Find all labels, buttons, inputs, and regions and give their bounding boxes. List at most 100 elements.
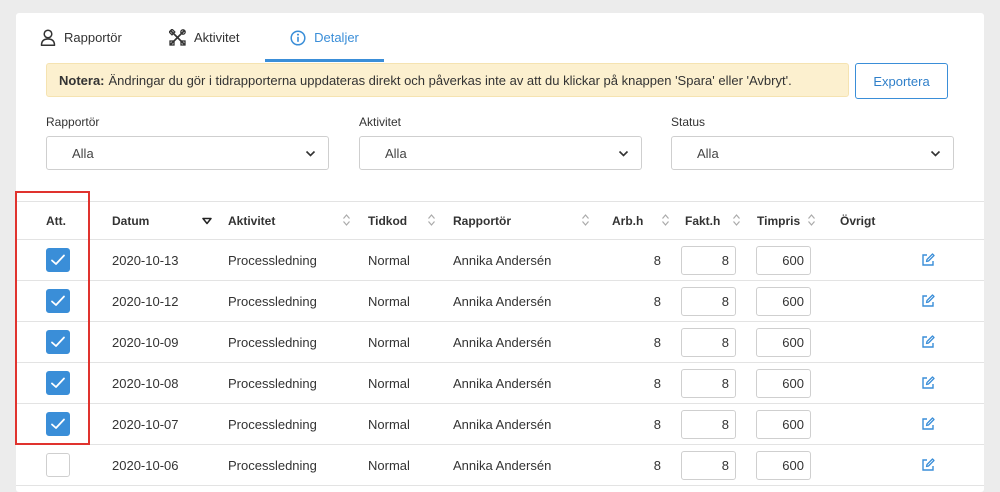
cell-tidkod: Normal xyxy=(368,293,410,309)
cell-rapportor: Annika Andersén xyxy=(453,334,552,350)
filter-label: Aktivitet xyxy=(359,115,402,129)
cell-aktivitet: Processledning xyxy=(228,334,317,350)
cell-tidkod: Normal xyxy=(368,457,410,473)
checkmark-icon xyxy=(51,295,65,306)
edit-icon[interactable] xyxy=(921,294,935,308)
cell-tidkod: Normal xyxy=(368,252,410,268)
cell-aktivitet: Processledning xyxy=(228,293,317,309)
col-timpris[interactable]: Timpris xyxy=(757,202,800,239)
filter-label: Rapportör xyxy=(46,115,100,129)
cell-datum: 2020-10-06 xyxy=(112,457,179,473)
chevron-down-icon xyxy=(930,150,941,157)
timpris-input[interactable] xyxy=(756,287,811,316)
cell-datum: 2020-10-12 xyxy=(112,293,179,309)
col-arbh[interactable]: Arb.h xyxy=(612,202,643,239)
attest-checkbox[interactable] xyxy=(46,330,70,354)
filter-rapportor: Rapportör Alla xyxy=(46,115,329,170)
edit-icon[interactable] xyxy=(921,335,935,349)
timpris-input[interactable] xyxy=(756,328,811,357)
col-fakth[interactable]: Fakt.h xyxy=(685,202,720,239)
timpris-input[interactable] xyxy=(756,410,811,439)
time-report-panel: Rapportör Aktivitet Detaljer Notera: Änd… xyxy=(16,13,984,492)
filter-status: Status Alla xyxy=(671,115,954,170)
cell-arbh: 8 xyxy=(653,334,661,350)
timpris-input[interactable] xyxy=(756,451,811,480)
attest-checkbox[interactable] xyxy=(46,453,70,477)
cell-rapportor: Annika Andersén xyxy=(453,416,552,432)
edit-icon[interactable] xyxy=(921,253,935,267)
table-row: 2020-10-13 Processledning Normal Annika And… xyxy=(16,240,984,281)
cell-tidkod: Normal xyxy=(368,416,410,432)
tab-rapportor[interactable]: Rapportör xyxy=(40,13,122,62)
chevron-down-icon xyxy=(305,150,316,157)
cell-datum: 2020-10-08 xyxy=(112,375,179,391)
tab-label: Detaljer xyxy=(314,30,359,45)
col-datum[interactable]: Datum xyxy=(112,202,149,239)
timpris-input[interactable] xyxy=(756,246,811,275)
cell-rapportor: Annika Andersén xyxy=(453,252,552,268)
checkmark-icon xyxy=(51,377,65,388)
col-rapportor[interactable]: Rapportör xyxy=(453,202,511,239)
attest-checkbox[interactable] xyxy=(46,289,70,313)
cell-rapportor: Annika Andersén xyxy=(453,293,552,309)
edit-icon[interactable] xyxy=(921,458,935,472)
chevron-down-icon xyxy=(618,150,629,157)
attest-checkbox[interactable] xyxy=(46,371,70,395)
select-value: Alla xyxy=(72,145,94,161)
tools-icon xyxy=(169,29,186,46)
col-ovrigt: Övrigt xyxy=(840,213,876,228)
checkmark-icon xyxy=(51,418,65,429)
sort-icon[interactable] xyxy=(581,213,590,227)
col-aktivitet[interactable]: Aktivitet xyxy=(228,202,275,239)
cell-datum: 2020-10-09 xyxy=(112,334,179,350)
col-att: Att. xyxy=(46,213,66,228)
tab-detaljer[interactable]: Detaljer xyxy=(265,13,384,62)
sort-icon[interactable] xyxy=(807,213,816,227)
cell-datum: 2020-10-13 xyxy=(112,252,179,268)
filter-label: Status xyxy=(671,115,706,129)
cell-datum: 2020-10-07 xyxy=(112,416,179,432)
cell-aktivitet: Processledning xyxy=(228,375,317,391)
cell-arbh: 8 xyxy=(653,252,661,268)
export-button[interactable]: Exportera xyxy=(855,63,948,99)
table-row: 2020-10-12 Processledning Normal Annika And… xyxy=(16,281,984,322)
cell-tidkod: Normal xyxy=(368,375,410,391)
cell-arbh: 8 xyxy=(653,416,661,432)
time-report-table: Att. Datum Aktivitet Tidkod Rapportör Ar… xyxy=(16,201,984,486)
notice-banner: Notera: Ändringar du gör i tidrapportern… xyxy=(46,63,849,97)
rapportor-select[interactable]: Alla xyxy=(46,136,329,170)
col-tidkod[interactable]: Tidkod xyxy=(368,202,407,239)
select-value: Alla xyxy=(697,145,719,161)
fakth-input[interactable] xyxy=(681,246,736,275)
tab-label: Aktivitet xyxy=(194,30,240,45)
cell-arbh: 8 xyxy=(653,375,661,391)
table-row: 2020-10-06 Processledning Normal Annika And… xyxy=(16,445,984,486)
timpris-input[interactable] xyxy=(756,369,811,398)
cell-aktivitet: Processledning xyxy=(228,416,317,432)
fakth-input[interactable] xyxy=(681,287,736,316)
checkmark-icon xyxy=(51,254,65,265)
tab-bar: Rapportör Aktivitet Detaljer xyxy=(16,13,984,62)
fakth-input[interactable] xyxy=(681,451,736,480)
tab-label: Rapportör xyxy=(64,30,122,45)
sort-icon[interactable] xyxy=(427,213,436,227)
fakth-input[interactable] xyxy=(681,369,736,398)
tab-aktivitet[interactable]: Aktivitet xyxy=(169,13,240,62)
sort-desc-icon[interactable] xyxy=(202,217,212,225)
cell-arbh: 8 xyxy=(653,457,661,473)
edit-icon[interactable] xyxy=(921,417,935,431)
edit-icon[interactable] xyxy=(921,376,935,390)
info-icon xyxy=(290,29,306,46)
aktivitet-select[interactable]: Alla xyxy=(359,136,642,170)
fakth-input[interactable] xyxy=(681,410,736,439)
attest-checkbox[interactable] xyxy=(46,412,70,436)
cell-aktivitet: Processledning xyxy=(228,252,317,268)
attest-checkbox[interactable] xyxy=(46,248,70,272)
status-select[interactable]: Alla xyxy=(671,136,954,170)
sort-icon[interactable] xyxy=(342,213,351,227)
sort-icon[interactable] xyxy=(661,213,670,227)
fakth-input[interactable] xyxy=(681,328,736,357)
sort-icon[interactable] xyxy=(732,213,741,227)
cell-aktivitet: Processledning xyxy=(228,457,317,473)
filter-aktivitet: Aktivitet Alla xyxy=(359,115,642,170)
